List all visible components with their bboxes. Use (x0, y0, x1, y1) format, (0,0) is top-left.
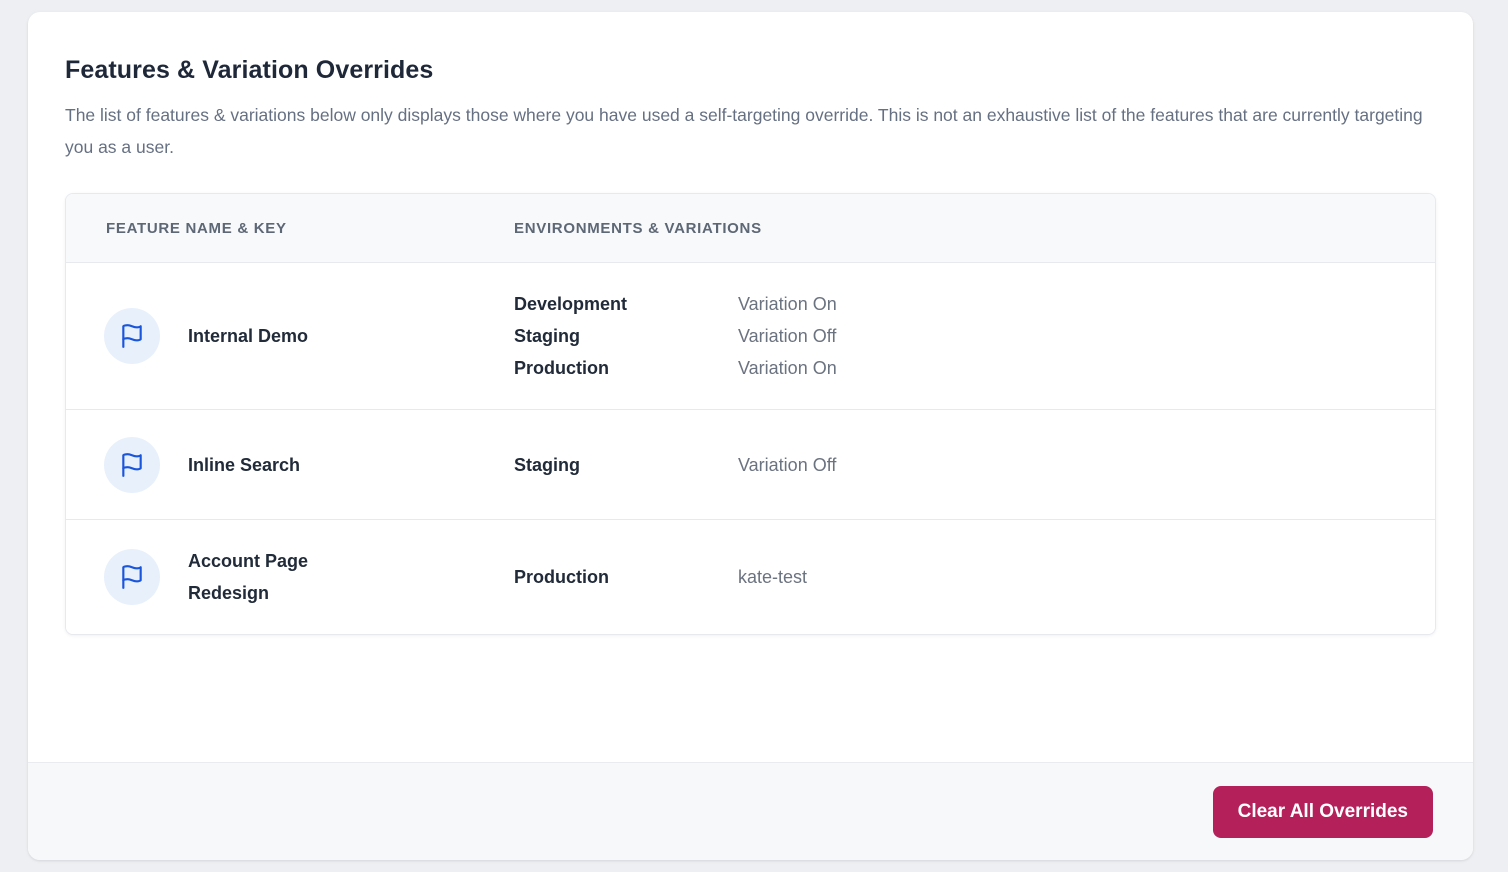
card-content: Features & Variation Overrides The list … (28, 12, 1473, 762)
feature-name: Internal Demo (188, 320, 308, 352)
variation-value: Variation Off (738, 320, 1435, 352)
environment-name: Production (514, 561, 738, 593)
feature-cell: Account Page Redesign (66, 545, 514, 609)
feature-cell: Inline Search (66, 437, 514, 493)
column-header-feature-name-key: FEATURE NAME & KEY (66, 220, 514, 237)
variation-value: kate-test (738, 561, 1435, 593)
feature-cell: Internal Demo (66, 308, 514, 364)
feature-icon-badge (104, 549, 160, 605)
environment-variation-line: Production Variation On (514, 352, 1435, 384)
flag-icon (119, 452, 145, 478)
overrides-table: FEATURE NAME & KEY ENVIRONMENTS & VARIAT… (65, 193, 1436, 635)
environment-variation-line: Production kate-test (514, 561, 1435, 593)
clear-all-overrides-button[interactable]: Clear All Overrides (1213, 786, 1433, 838)
column-header-environments-variations: ENVIRONMENTS & VARIATIONS (514, 220, 1435, 237)
overrides-card: Features & Variation Overrides The list … (28, 12, 1473, 860)
environment-name: Staging (514, 320, 738, 352)
environments-cell: Staging Variation Off (514, 449, 1435, 481)
environments-cell: Development Variation On Staging Variati… (514, 288, 1435, 384)
table-row: Internal Demo Development Variation On S… (66, 262, 1435, 409)
environments-cell: Production kate-test (514, 561, 1435, 593)
environment-name: Staging (514, 449, 738, 481)
table-header-row: FEATURE NAME & KEY ENVIRONMENTS & VARIAT… (66, 194, 1435, 262)
environment-variation-line: Staging Variation Off (514, 449, 1435, 481)
variation-value: Variation Off (738, 449, 1435, 481)
environment-variation-line: Staging Variation Off (514, 320, 1435, 352)
environment-name: Development (514, 288, 738, 320)
variation-value: Variation On (738, 352, 1435, 384)
feature-name: Account Page Redesign (188, 545, 368, 609)
feature-name: Inline Search (188, 449, 300, 481)
environment-variation-line: Development Variation On (514, 288, 1435, 320)
flag-icon (119, 564, 145, 590)
page-description: The list of features & variations below … (65, 99, 1433, 163)
table-row: Inline Search Staging Variation Off (66, 409, 1435, 519)
card-footer: Clear All Overrides (28, 762, 1473, 860)
page-title: Features & Variation Overrides (65, 54, 1436, 86)
environment-name: Production (514, 352, 738, 384)
feature-icon-badge (104, 308, 160, 364)
variation-value: Variation On (738, 288, 1435, 320)
table-row: Account Page Redesign Production kate-te… (66, 519, 1435, 634)
feature-icon-badge (104, 437, 160, 493)
flag-icon (119, 323, 145, 349)
